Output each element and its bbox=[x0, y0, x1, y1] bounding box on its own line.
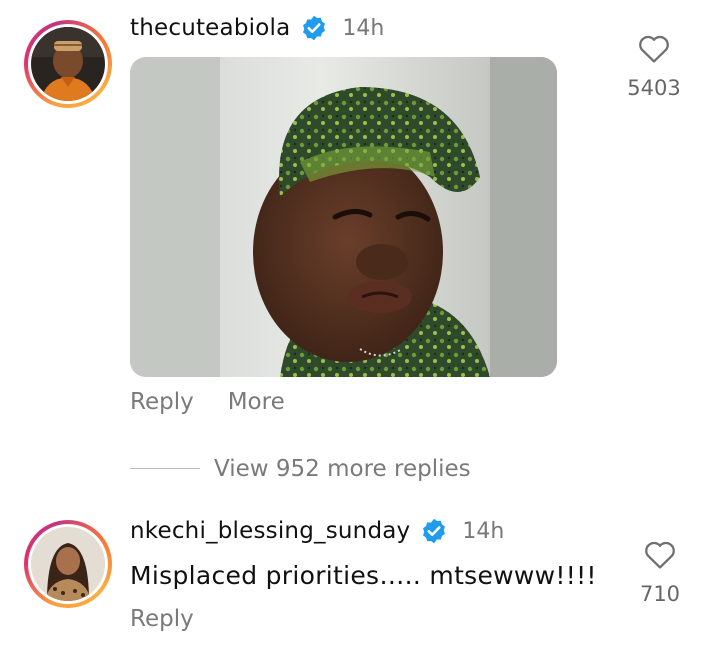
comment-2-time: 14h bbox=[462, 518, 505, 544]
replies-divider bbox=[130, 468, 200, 469]
comment-1-like-count: 5403 bbox=[627, 76, 681, 100]
comment-2-header: nkechi_blessing_sunday 14h bbox=[130, 517, 504, 545]
avatar bbox=[31, 27, 105, 101]
comment-1-header: thecuteabiola 14h bbox=[130, 14, 384, 42]
comment-1-username[interactable]: thecuteabiola bbox=[130, 15, 290, 41]
story-ring bbox=[24, 520, 112, 608]
view-more-replies-button[interactable]: View 952 more replies bbox=[214, 456, 471, 482]
heart-outline-icon[interactable] bbox=[637, 32, 671, 64]
reply-button[interactable]: Reply bbox=[130, 389, 194, 415]
avatar bbox=[31, 527, 105, 601]
comment-2-like: 710 bbox=[620, 538, 700, 606]
comment-2-username[interactable]: nkechi_blessing_sunday bbox=[130, 518, 410, 544]
gif-image-content bbox=[130, 57, 557, 377]
verified-badge-icon bbox=[303, 15, 326, 41]
comment-1-like: 5403 bbox=[614, 32, 694, 100]
heart-outline-icon[interactable] bbox=[643, 538, 677, 570]
comment-1-time: 14h bbox=[342, 15, 385, 41]
comment-1-gif-image[interactable] bbox=[130, 57, 557, 377]
verified-badge-icon bbox=[423, 518, 446, 544]
comment-1-actions: Reply More bbox=[130, 389, 285, 415]
reply-button[interactable]: Reply bbox=[130, 606, 194, 632]
comment-2-text: Misplaced priorities….. mtsewww!!!! bbox=[130, 561, 597, 590]
comment-2-avatar[interactable] bbox=[24, 520, 112, 608]
more-button[interactable]: More bbox=[228, 389, 285, 415]
comment-1-avatar[interactable] bbox=[24, 20, 112, 108]
comment-2-like-count: 710 bbox=[639, 582, 681, 606]
story-ring bbox=[24, 20, 112, 108]
